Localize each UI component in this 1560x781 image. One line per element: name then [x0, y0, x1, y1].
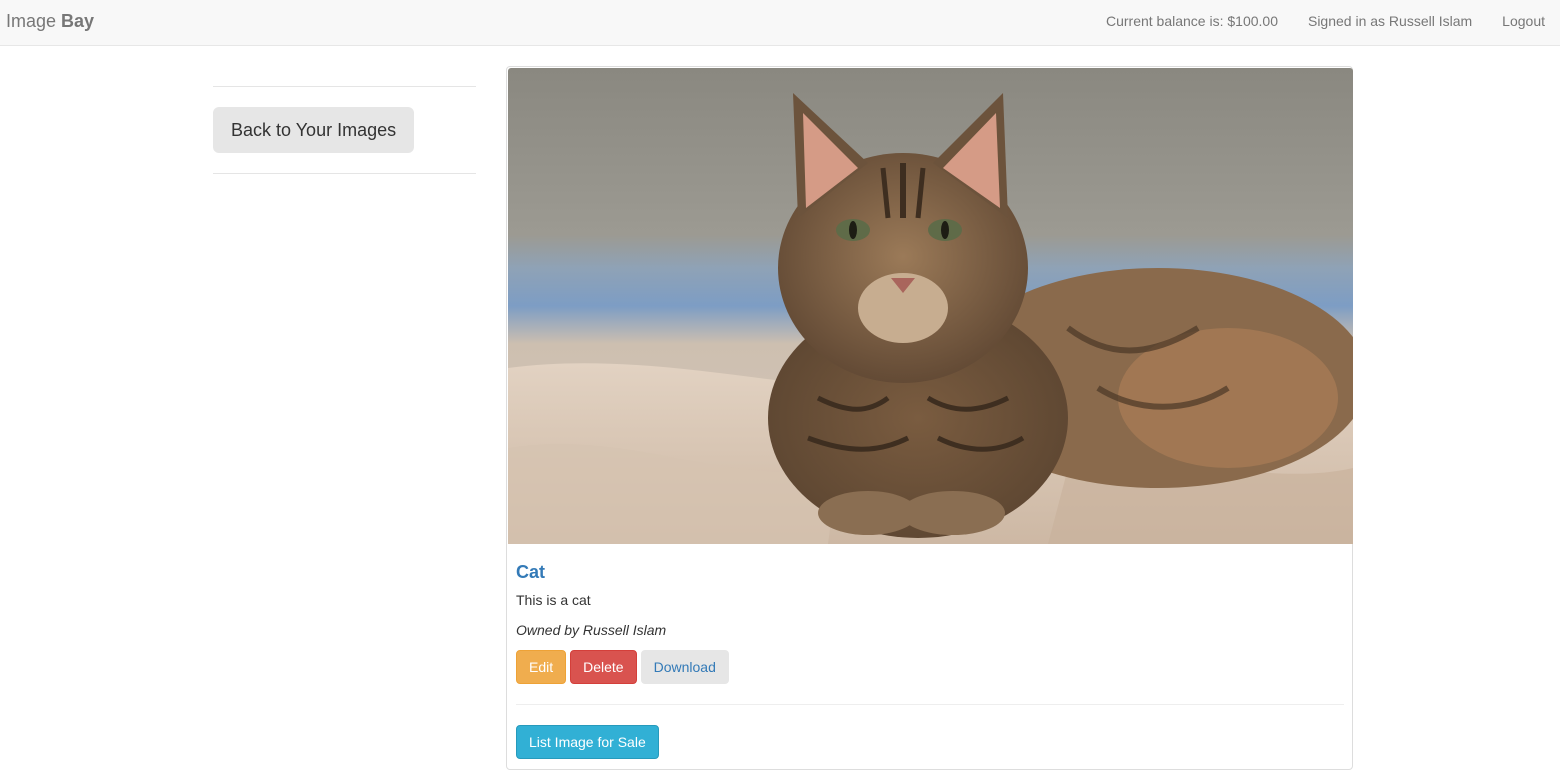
- navbar: Image Bay Current balance is: $100.00 Si…: [0, 0, 1560, 46]
- back-to-images-button[interactable]: Back to Your Images: [213, 107, 415, 153]
- signed-in-text: Signed in as Russell Islam: [1307, 13, 1473, 29]
- navbar-right: Current balance is: $100.00 Signed in as…: [1106, 13, 1545, 29]
- brand-logo[interactable]: Image Bay: [6, 11, 94, 31]
- cat-photo: [508, 68, 1353, 544]
- balance-text: Current balance is: $100.00: [1105, 13, 1278, 29]
- sidebar-divider-bottom: [213, 173, 476, 174]
- list-for-sale-button[interactable]: List Image for Sale: [516, 725, 659, 759]
- download-button[interactable]: Download: [640, 650, 729, 684]
- image-title[interactable]: Cat: [516, 562, 1344, 582]
- brand-bold: Bay: [61, 11, 95, 31]
- delete-button[interactable]: Delete: [570, 650, 637, 684]
- action-buttons: Edit Delete Download: [516, 650, 1344, 684]
- sidebar: Back to Your Images: [213, 86, 476, 174]
- sidebar-divider-top: [213, 86, 476, 87]
- edit-button[interactable]: Edit: [516, 650, 567, 684]
- image-card: Cat This is a cat Owned by Russell Islam…: [506, 66, 1353, 770]
- caption-divider: [516, 704, 1344, 705]
- image-caption: Cat This is a cat Owned by Russell Islam…: [516, 562, 1344, 759]
- image-owner: Owned by Russell Islam: [516, 622, 667, 638]
- brand-light: Image: [6, 11, 57, 31]
- image-description: This is a cat: [516, 592, 591, 608]
- logout-link[interactable]: Logout: [1502, 13, 1545, 29]
